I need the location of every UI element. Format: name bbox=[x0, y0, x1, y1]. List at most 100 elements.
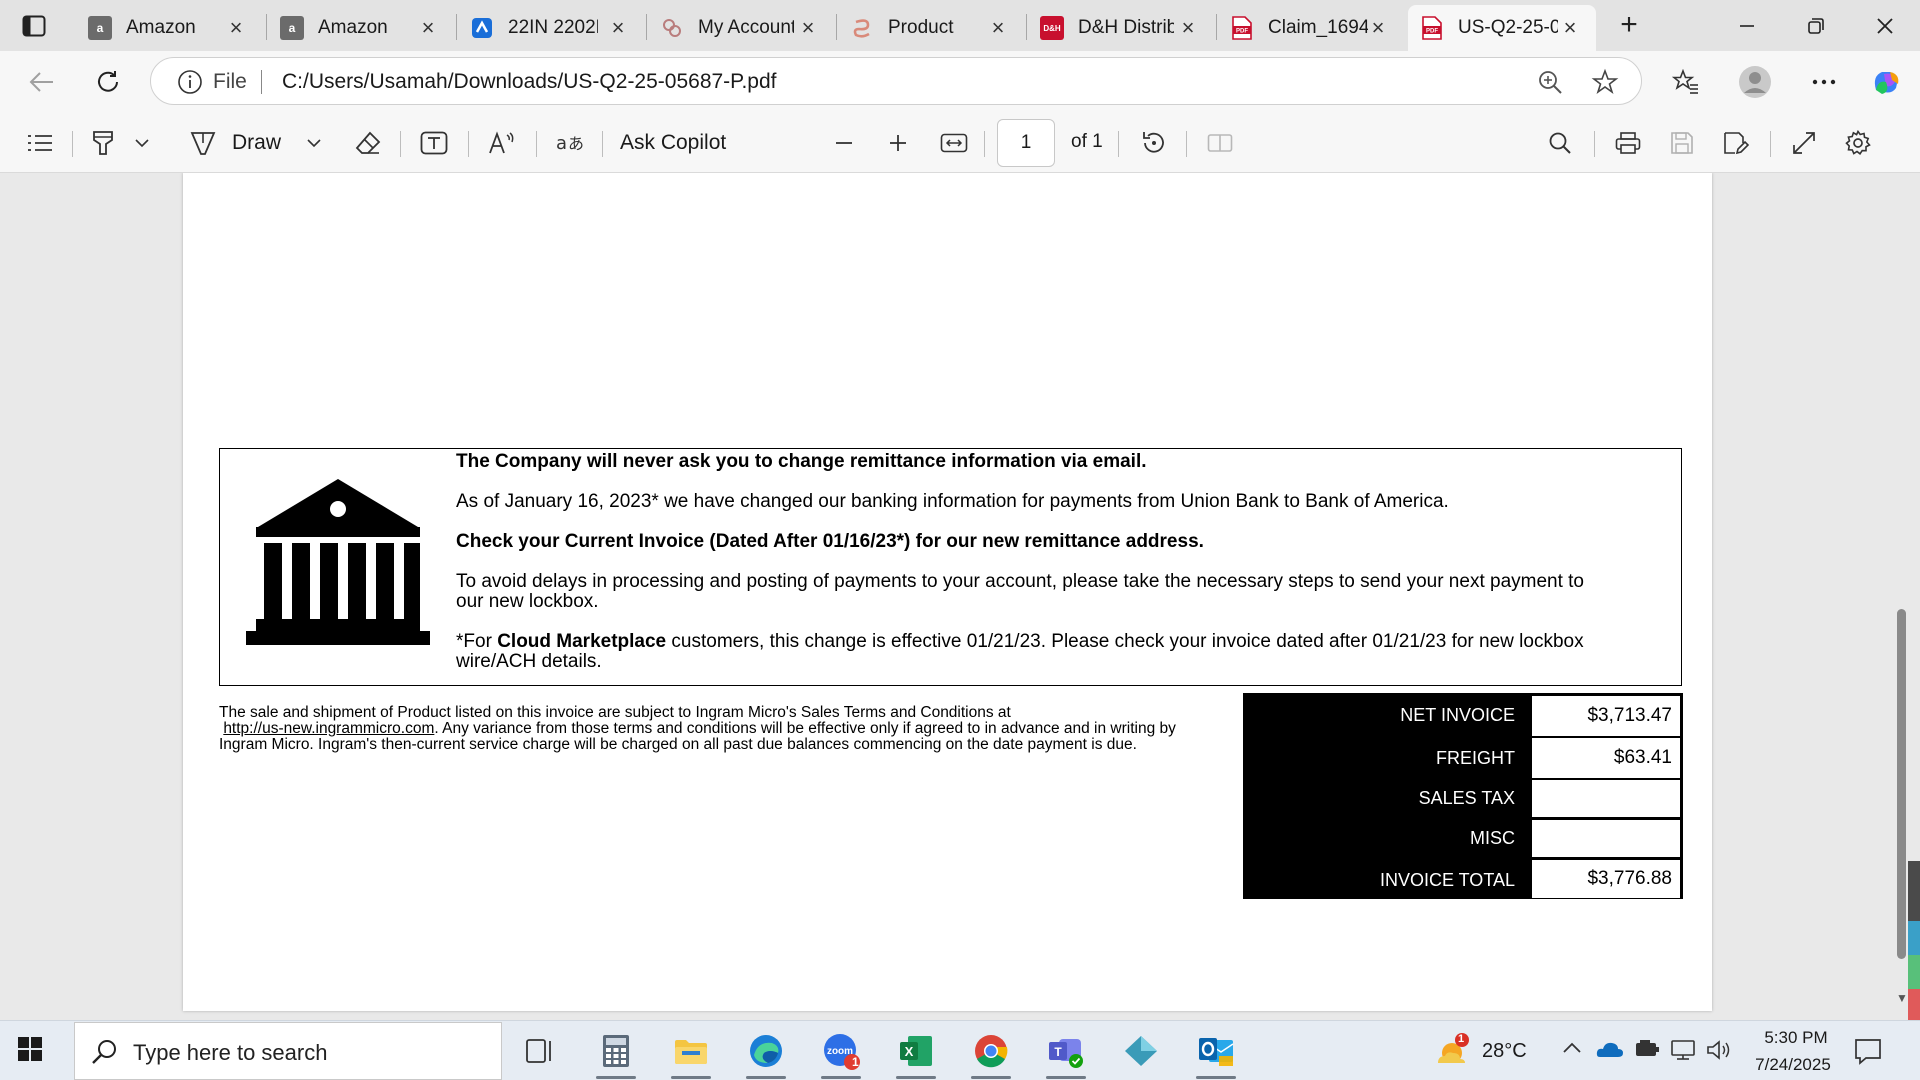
highlight-dropdown-chevron-icon[interactable] bbox=[130, 123, 154, 163]
contents-list-icon[interactable] bbox=[20, 123, 60, 163]
notice-cloud-marketplace: *For Cloud Marketplace customers, this c… bbox=[456, 632, 1666, 652]
show-hidden-icons-chevron-icon[interactable] bbox=[1562, 1041, 1582, 1060]
favorites-icon[interactable] bbox=[1666, 62, 1706, 102]
url-text[interactable]: C:/Users/Usamah/Downloads/US-Q2-25-05687… bbox=[282, 70, 777, 94]
tab-close-icon[interactable]: × bbox=[796, 16, 820, 40]
draw-button[interactable]: Draw bbox=[190, 123, 300, 163]
page-count-label: of 1 bbox=[1071, 131, 1103, 152]
more-options-icon[interactable] bbox=[1804, 62, 1844, 102]
tab-actions-icon[interactable] bbox=[14, 12, 54, 40]
windows-start-icon[interactable] bbox=[16, 1035, 56, 1067]
totals-row-invoice-total: INVOICE TOTAL $3,776.88 bbox=[1244, 859, 1684, 899]
tab-amazon-2[interactable]: a Amazon × bbox=[268, 5, 454, 51]
scrollbar-thumb[interactable] bbox=[1897, 609, 1906, 959]
file-explorer-icon[interactable] bbox=[665, 1027, 717, 1079]
volume-speaker-icon[interactable] bbox=[1706, 1039, 1732, 1066]
address-bar[interactable]: File C:/Users/Usamah/Downloads/US-Q2-25-… bbox=[150, 57, 1642, 105]
tab-close-icon[interactable]: × bbox=[986, 16, 1010, 40]
tab-close-icon[interactable]: × bbox=[416, 16, 440, 40]
copilot-icon[interactable] bbox=[1866, 62, 1906, 102]
edge-browser-icon[interactable] bbox=[740, 1027, 792, 1079]
minimize-button[interactable] bbox=[1724, 6, 1770, 46]
app-diamond-icon[interactable] bbox=[1115, 1027, 1167, 1075]
ask-copilot-button[interactable]: Ask Copilot bbox=[620, 123, 750, 163]
zoom-icon[interactable] bbox=[1537, 69, 1563, 100]
tab-close-icon[interactable]: × bbox=[224, 16, 248, 40]
monitor-favicon-icon bbox=[470, 16, 494, 40]
tab-close-icon[interactable]: × bbox=[1366, 16, 1390, 40]
page-number-input[interactable]: 1 bbox=[997, 119, 1055, 167]
close-window-button[interactable] bbox=[1862, 6, 1908, 46]
rotate-icon[interactable] bbox=[1136, 123, 1172, 163]
excel-icon[interactable]: X bbox=[890, 1027, 942, 1079]
tab-divider bbox=[1216, 14, 1217, 40]
teams-icon[interactable]: T bbox=[1040, 1027, 1092, 1079]
weather-icon[interactable]: 1 bbox=[1432, 1031, 1472, 1071]
weather-temperature[interactable]: 28°C bbox=[1482, 1040, 1527, 1063]
tab-amazon-1[interactable]: a Amazon × bbox=[76, 5, 262, 51]
new-tab-button[interactable]: + bbox=[1612, 10, 1646, 44]
text-box-icon[interactable] bbox=[416, 123, 452, 163]
read-aloud-icon[interactable] bbox=[484, 123, 520, 163]
omnibox-divider bbox=[261, 70, 262, 94]
settings-gear-icon[interactable] bbox=[1840, 123, 1876, 163]
save-as-icon[interactable] bbox=[1718, 123, 1754, 163]
network-icon[interactable] bbox=[1670, 1039, 1696, 1066]
draw-dropdown-chevron-icon[interactable] bbox=[302, 123, 326, 163]
outlook-icon[interactable] bbox=[1190, 1027, 1242, 1079]
notice-bank-change: As of January 16, 2023* we have changed … bbox=[456, 491, 1449, 512]
tab-close-icon[interactable]: × bbox=[1176, 16, 1200, 40]
tab-divider bbox=[836, 14, 837, 40]
terms-link[interactable]: http://us-new.ingrammicro.com bbox=[223, 720, 434, 737]
calculator-icon[interactable] bbox=[590, 1027, 642, 1079]
totals-row-freight: FREIGHT $63.41 bbox=[1244, 737, 1684, 778]
tab-strip: a Amazon × a Amazon × 22IN 2202L × My Ac… bbox=[0, 0, 1920, 51]
favorite-star-icon[interactable] bbox=[1591, 68, 1619, 101]
refresh-icon[interactable] bbox=[88, 62, 128, 102]
tab-claim-pdf[interactable]: PDF Claim_16948 × bbox=[1218, 5, 1404, 51]
print-icon[interactable] bbox=[1610, 123, 1646, 163]
battery-icon[interactable] bbox=[1634, 1039, 1660, 1064]
tab-dh-distrib[interactable]: D&H D&H Distrib × bbox=[1028, 5, 1214, 51]
task-view-icon[interactable] bbox=[514, 1027, 566, 1075]
profile-avatar[interactable] bbox=[1735, 62, 1775, 102]
translate-icon[interactable]: aあ bbox=[552, 123, 588, 163]
tab-22in-monitor[interactable]: 22IN 2202L × bbox=[458, 5, 644, 51]
clock-date[interactable]: 7/24/2025 bbox=[1743, 1055, 1843, 1075]
chrome-icon[interactable] bbox=[965, 1027, 1017, 1079]
tab-close-icon[interactable]: × bbox=[606, 16, 630, 40]
fit-width-icon[interactable] bbox=[934, 123, 974, 163]
tab-close-icon[interactable]: × bbox=[1558, 16, 1582, 40]
pdf-viewport[interactable]: The Company will never ask you to change… bbox=[0, 173, 1920, 1020]
running-indicator[interactable] bbox=[746, 1076, 786, 1079]
totals-label: FREIGHT bbox=[1436, 748, 1515, 768]
tab-invoice-pdf-active[interactable]: PDF US-Q2-25-0 × bbox=[1408, 5, 1596, 51]
info-icon[interactable] bbox=[177, 69, 203, 100]
zoom-in-icon[interactable] bbox=[880, 123, 916, 163]
totals-label: NET INVOICE bbox=[1400, 705, 1515, 725]
highlight-icon[interactable] bbox=[86, 123, 120, 163]
running-indicator bbox=[671, 1076, 711, 1079]
address-row: File C:/Users/Usamah/Downloads/US-Q2-25-… bbox=[0, 51, 1920, 113]
tab-title: 22IN 2202L bbox=[508, 17, 598, 38]
taskbar-search-box[interactable]: Type here to search bbox=[74, 1022, 502, 1080]
tab-my-account[interactable]: My Account × bbox=[648, 5, 834, 51]
onedrive-cloud-icon[interactable] bbox=[1596, 1039, 1624, 1064]
notice-suffix: customers, this change is effective 01/2… bbox=[666, 631, 1584, 652]
draw-label: Draw bbox=[232, 131, 282, 154]
zoom-app-icon[interactable]: zoom 1 bbox=[815, 1027, 867, 1079]
back-icon[interactable] bbox=[22, 62, 62, 102]
restore-button[interactable] bbox=[1793, 6, 1839, 46]
find-search-icon[interactable] bbox=[1542, 123, 1578, 163]
clock-time[interactable]: 5:30 PM bbox=[1752, 1028, 1840, 1048]
page-view-icon bbox=[1202, 123, 1238, 163]
running-indicator bbox=[596, 1076, 636, 1079]
tab-product[interactable]: Product × bbox=[838, 5, 1024, 51]
notification-center-icon[interactable] bbox=[1854, 1037, 1882, 1070]
eraser-icon[interactable] bbox=[350, 123, 386, 163]
toolbar-divider bbox=[602, 131, 603, 157]
fullscreen-icon[interactable] bbox=[1786, 123, 1822, 163]
zoom-out-icon[interactable] bbox=[826, 123, 862, 163]
running-indicator bbox=[821, 1076, 861, 1079]
amazon-favicon-icon: a bbox=[88, 16, 112, 40]
